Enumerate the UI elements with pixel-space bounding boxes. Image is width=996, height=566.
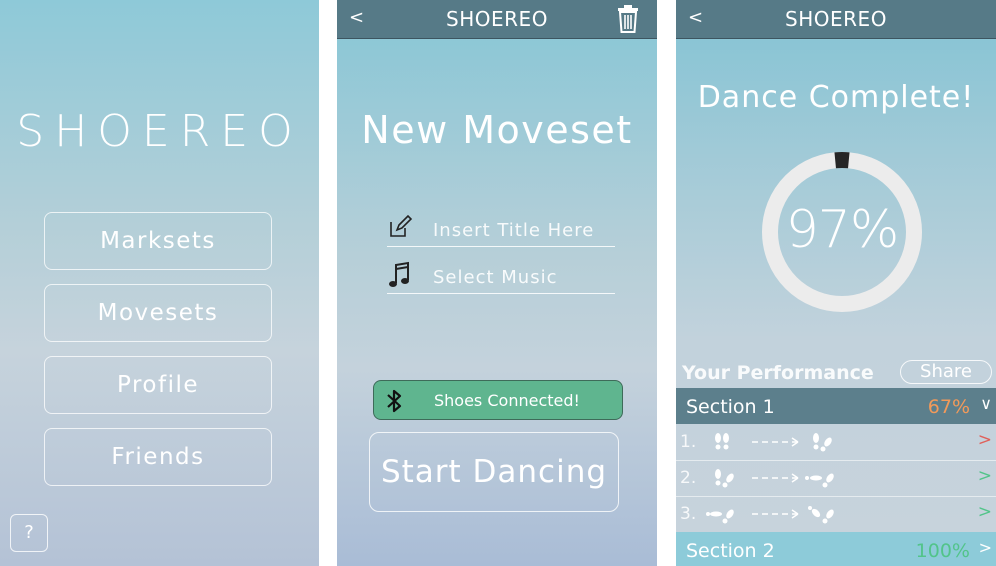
move-number: 1.	[680, 432, 697, 452]
footprints-icon	[715, 433, 832, 452]
trash-icon[interactable]	[617, 5, 639, 37]
chevron-right-icon: >	[977, 430, 992, 450]
chevron-down-icon: ∨	[980, 394, 992, 413]
page-heading: New Moveset	[361, 108, 633, 152]
music-placeholder: Select Music	[433, 267, 558, 288]
chevron-right-icon: >	[977, 466, 992, 486]
bluetooth-icon	[386, 389, 402, 417]
move-row[interactable]: 2. >	[676, 460, 996, 497]
title-field[interactable]: Insert Title Here	[387, 214, 615, 247]
results-screen: < SHOEREO Dance Complete! 97% Your Perfo…	[676, 0, 996, 566]
music-note-icon	[387, 261, 413, 287]
section-score: 67%	[927, 396, 970, 418]
profile-button[interactable]: Profile	[44, 356, 272, 414]
section-row[interactable]: Section 1 67% ∨	[676, 388, 996, 424]
chevron-right-icon: >	[977, 502, 992, 522]
section-row[interactable]: Section 2 100% >	[676, 532, 996, 566]
footprints-icon	[715, 469, 834, 488]
performance-label: Your Performance	[682, 362, 874, 384]
friends-button[interactable]: Friends	[44, 428, 272, 486]
status-text: Shoes Connected!	[434, 391, 580, 410]
movesets-button[interactable]: Movesets	[44, 284, 272, 342]
app-logo: SHOEREO	[16, 106, 303, 157]
start-dancing-button[interactable]: Start Dancing	[369, 432, 619, 512]
app-title: SHOEREO	[446, 7, 548, 31]
section-name: Section 2	[686, 540, 775, 562]
help-button[interactable]: ?	[10, 514, 48, 552]
section-score: 100%	[915, 540, 970, 562]
new-moveset-screen: < SHOEREO New Moveset Insert Title Here	[337, 0, 657, 566]
score-text: 97%	[785, 200, 900, 260]
move-row[interactable]: 3. >	[676, 496, 996, 533]
move-row[interactable]: 1. >	[676, 424, 996, 461]
connection-status: Shoes Connected!	[373, 380, 623, 420]
music-field[interactable]: Select Music	[387, 261, 615, 294]
title-placeholder: Insert Title Here	[433, 220, 595, 241]
section-name: Section 1	[686, 396, 775, 418]
chevron-right-icon: >	[978, 538, 992, 557]
top-bar: < SHOEREO	[337, 0, 657, 39]
edit-icon	[387, 214, 413, 240]
page-heading: Dance Complete!	[697, 80, 975, 115]
share-button[interactable]: Share	[900, 360, 992, 384]
move-number: 3.	[680, 504, 697, 524]
move-number: 2.	[680, 468, 697, 488]
app-title: SHOEREO	[785, 7, 887, 31]
top-bar: < SHOEREO	[676, 0, 996, 39]
home-screen: SHOEREO Marksets Movesets Profile Friend…	[0, 0, 319, 566]
marksets-button[interactable]: Marksets	[44, 212, 272, 270]
footprints-icon	[706, 506, 834, 524]
